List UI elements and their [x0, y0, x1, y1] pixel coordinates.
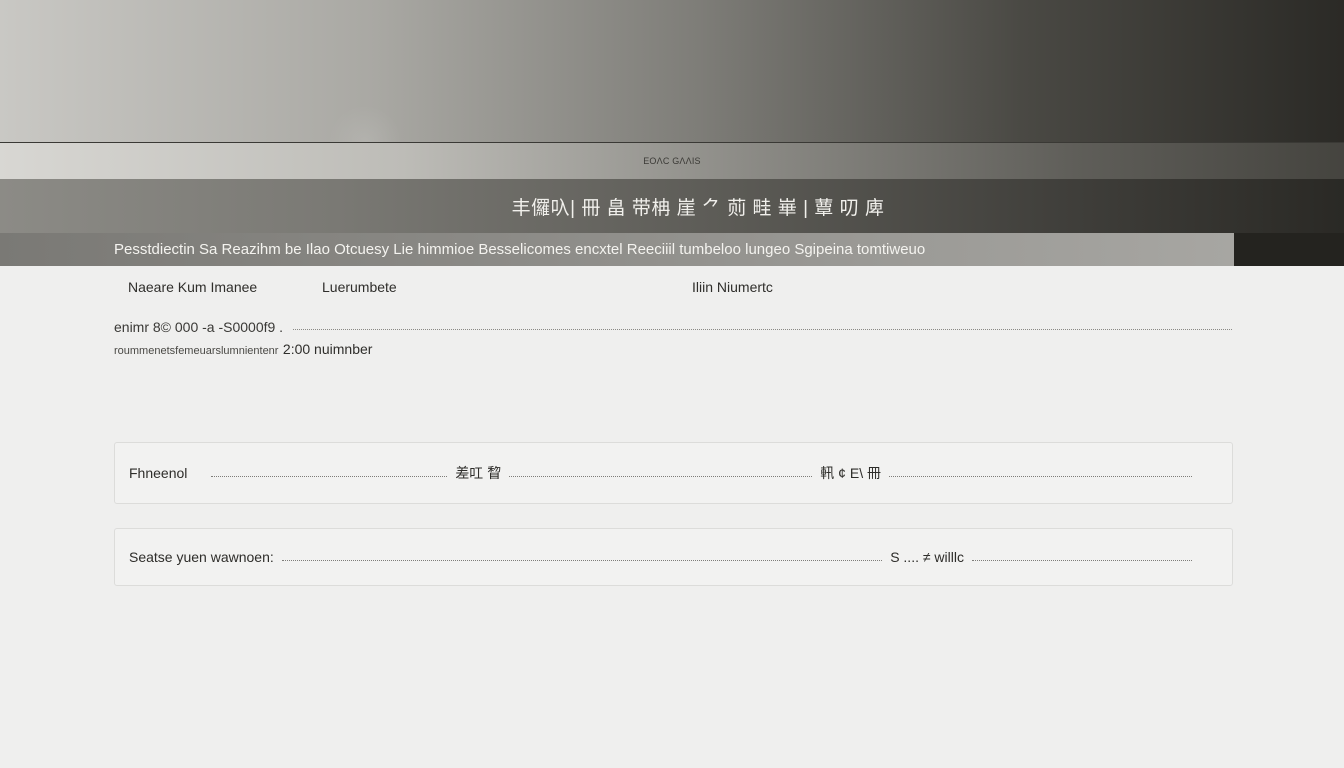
header-subtitle: ЕОΛС GΛΛIS [643, 156, 701, 166]
status-field-label: Seatse yuen wawnoen: [129, 549, 274, 565]
page-title: 丰儸叺| 冊 畠 带柟 崖 ⺈ 荝 畦 崋 | 蕈 叨 庳 [511, 197, 885, 219]
phone-field-card[interactable]: Fhneenol 差叿 睝 軐 ¢ E\ 冊 [114, 442, 1233, 504]
header-description-end [1234, 233, 1344, 266]
info-sub-label: roummenetsfemeuarslumnientenr [114, 345, 279, 357]
phone-field-right-label: 軐 ¢ E\ 冊 [820, 465, 881, 481]
header-title-band: 丰儸叺| 冊 畠 带柟 崖 ⺈ 荝 畦 崋 | 蕈 叨 庳 [0, 179, 1344, 233]
dotted-leader [211, 475, 448, 477]
dotted-leader [509, 475, 813, 477]
status-field-card[interactable]: Seatse yuen wawnoen: S .... ≠ willlc [114, 528, 1233, 586]
header-description-band: Pesstdiectin Sa Reazihm be Ilao Otcuesy … [0, 233, 1234, 266]
header-banner [0, 0, 1344, 142]
info-sub-row: roummenetsfemeuarslumnientenr 2:00 nuimn… [114, 341, 372, 359]
phone-field-label: Fhneenol [129, 465, 188, 481]
info-sub-value: 2:00 nuimnber [282, 341, 373, 357]
field-labels-row: Naeare Kum Imanee Luerumbete Iliin Niume… [0, 279, 1344, 573]
info-range-text: enimr 8© 000 -a -S0000f9 . [114, 319, 284, 335]
phone-field-mid-label: 差叿 睝 [455, 465, 502, 481]
banner-glow [330, 102, 400, 142]
dotted-leader [293, 328, 1232, 330]
header-subtitle-band: ЕОΛС GΛΛIS [0, 142, 1344, 179]
dotted-leader [281, 559, 883, 561]
dotted-leader [888, 475, 1192, 477]
dotted-leader [972, 559, 1192, 561]
info-range-row: enimr 8© 000 -a -S0000f9 . [114, 318, 1232, 336]
status-field-row: Seatse yuen wawnoen: S .... ≠ willlc [129, 549, 1200, 565]
phone-field-row: Fhneenol 差叿 睝 軐 ¢ E\ 冊 [129, 463, 1200, 483]
status-field-mid-label: S .... ≠ willlc [890, 549, 964, 565]
field-label-numeric: Iliin Niumertc [692, 279, 773, 295]
header-description: Pesstdiectin Sa Reazihm be Ilao Otcuesy … [114, 241, 926, 258]
field-label-number: Luerumbete [322, 279, 397, 295]
field-label-name: Naeare Kum Imanee [128, 279, 258, 295]
